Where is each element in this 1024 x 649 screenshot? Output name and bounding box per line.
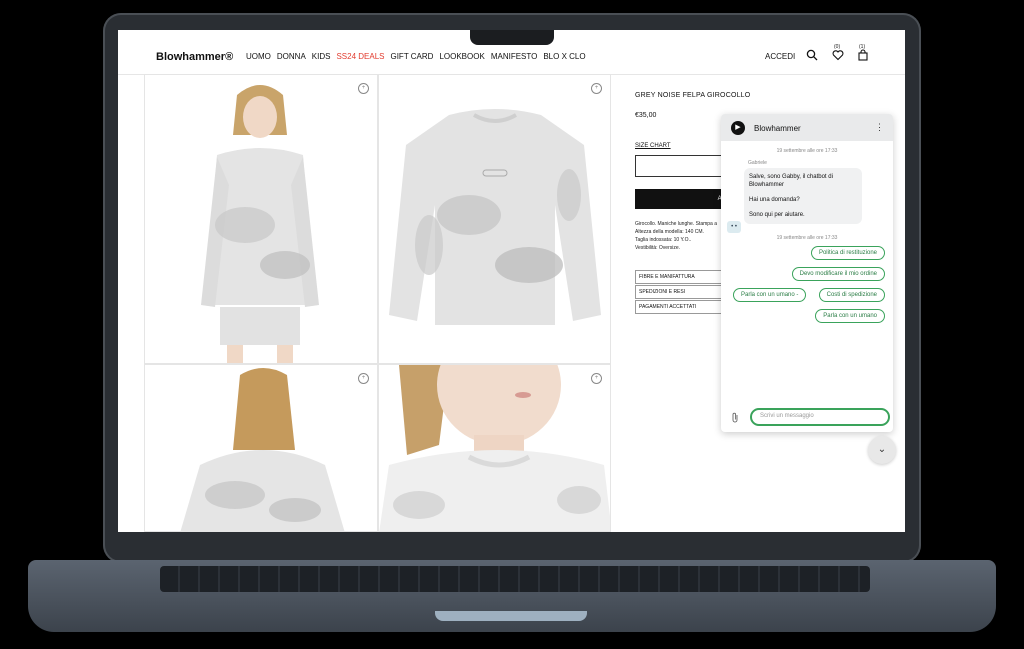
main-nav: UOMO DONNA KIDS SS24 DEALS GIFT CARD LOO… xyxy=(246,52,586,61)
chat-timestamp: 19 settembre alle ore 17:33 xyxy=(776,235,838,241)
product-description: Girocollo. Maniche lunghe. Stampa a Alte… xyxy=(635,220,725,252)
model-front-illustration xyxy=(201,85,319,363)
nav-blo-x-clo[interactable]: BLO X CLO xyxy=(543,52,585,61)
quick-reply-human[interactable]: Parla con un umano xyxy=(815,309,885,323)
model-back-illustration xyxy=(180,368,345,531)
gallery-image-flat[interactable]: + xyxy=(378,74,611,364)
accordion-payments[interactable]: PAGAMENTI ACCETTATI xyxy=(635,300,725,314)
chevron-down-icon[interactable]: ⌄ xyxy=(868,436,896,464)
gallery-image-front[interactable]: + xyxy=(144,74,378,364)
nav-donna[interactable]: DONNA xyxy=(277,52,306,61)
chat-sender: Gabriele xyxy=(748,160,767,166)
heart-icon[interactable] xyxy=(831,49,845,63)
description-line: Taglia indossata: 10 Y.O.. xyxy=(635,237,692,243)
product-title: GREY NOISE FELPA GIROCOLLO xyxy=(635,92,751,99)
quick-reply-shipping[interactable]: Costi di spedizione xyxy=(818,288,885,302)
menu-dots-icon[interactable]: ⋮ xyxy=(875,122,884,133)
sweatshirt-flat-illustration xyxy=(389,109,601,325)
chat-header: ▶ Blowhammer ⋮ xyxy=(721,114,893,141)
message-text: Hai una domanda? xyxy=(749,197,800,203)
browser-screen: Blowhammer® UOMO DONNA KIDS SS24 DEALS G… xyxy=(118,30,905,532)
chat-message-input[interactable]: Scrivi un messaggio xyxy=(750,408,890,426)
add-to-cart-button[interactable]: Ad xyxy=(635,189,725,209)
accordion-shipping[interactable]: SPEDIZIONI E RESI xyxy=(635,285,725,299)
search-icon[interactable] xyxy=(805,49,819,63)
bot-message: Salve, sono Gabby, il chatbot di Blowham… xyxy=(744,168,862,224)
quick-reply-human-dash[interactable]: Parla con un umano - xyxy=(733,288,807,302)
product-accordions: FIBRE E MANIFATTURA SPEDIZIONI E RESI PA… xyxy=(635,270,725,314)
chat-timestamp: 19 settembre alle ore 17:33 xyxy=(776,148,838,154)
gallery-image-back[interactable]: + xyxy=(144,364,378,532)
nav-uomo[interactable]: UOMO xyxy=(246,52,271,61)
chat-input-row: Scrivi un messaggio xyxy=(721,406,893,432)
nav-ss24-deals[interactable]: SS24 DEALS xyxy=(336,52,384,61)
zoom-icon[interactable]: + xyxy=(591,83,602,94)
description-line: Girocollo. Maniche lunghe. Stampa a xyxy=(635,221,717,227)
quick-reply-modify-order[interactable]: Devo modificare il mio ordine xyxy=(791,267,885,281)
left-gutter xyxy=(118,74,145,532)
attach-icon[interactable] xyxy=(731,412,739,425)
zoom-icon[interactable]: + xyxy=(591,373,602,384)
nav-lookbook[interactable]: LOOKBOOK xyxy=(439,52,484,61)
login-link[interactable]: ACCEDI xyxy=(765,52,795,61)
accordion-fibre[interactable]: FIBRE E MANIFATTURA xyxy=(635,270,725,284)
bot-avatar-icon: • • xyxy=(727,221,741,233)
model-closeup-illustration xyxy=(379,365,610,531)
chat-widget: ▶ Blowhammer ⋮ 19 settembre alle ore 17:… xyxy=(721,114,893,432)
chat-title: Blowhammer xyxy=(754,124,801,133)
nav-gift-card[interactable]: GIFT CARD xyxy=(390,52,433,61)
quick-reply-returns[interactable]: Politica di restituzione xyxy=(810,246,885,260)
gallery-image-closeup[interactable]: + xyxy=(378,364,611,532)
size-select[interactable] xyxy=(635,155,727,177)
description-line: Vestibilità: Oversize. xyxy=(635,245,681,251)
description-line: Altezza della modella: 140 CM. xyxy=(635,229,704,235)
laptop-lip xyxy=(435,611,587,621)
message-text: Sono qui per aiutare. xyxy=(749,212,805,218)
message-text: Salve, sono Gabby, il chatbot di Blowham… xyxy=(749,174,833,188)
nav-manifesto[interactable]: MANIFESTO xyxy=(491,52,538,61)
camera-notch xyxy=(470,30,554,45)
keyboard xyxy=(160,566,870,592)
zoom-icon[interactable]: + xyxy=(358,373,369,384)
product-gallery: + + + + xyxy=(144,74,611,532)
bag-icon[interactable] xyxy=(856,49,870,63)
brand-logo[interactable]: Blowhammer® xyxy=(156,51,233,63)
zoom-icon[interactable]: + xyxy=(358,83,369,94)
nav-kids[interactable]: KIDS xyxy=(312,52,331,61)
brand-play-icon: ▶ xyxy=(731,121,745,135)
